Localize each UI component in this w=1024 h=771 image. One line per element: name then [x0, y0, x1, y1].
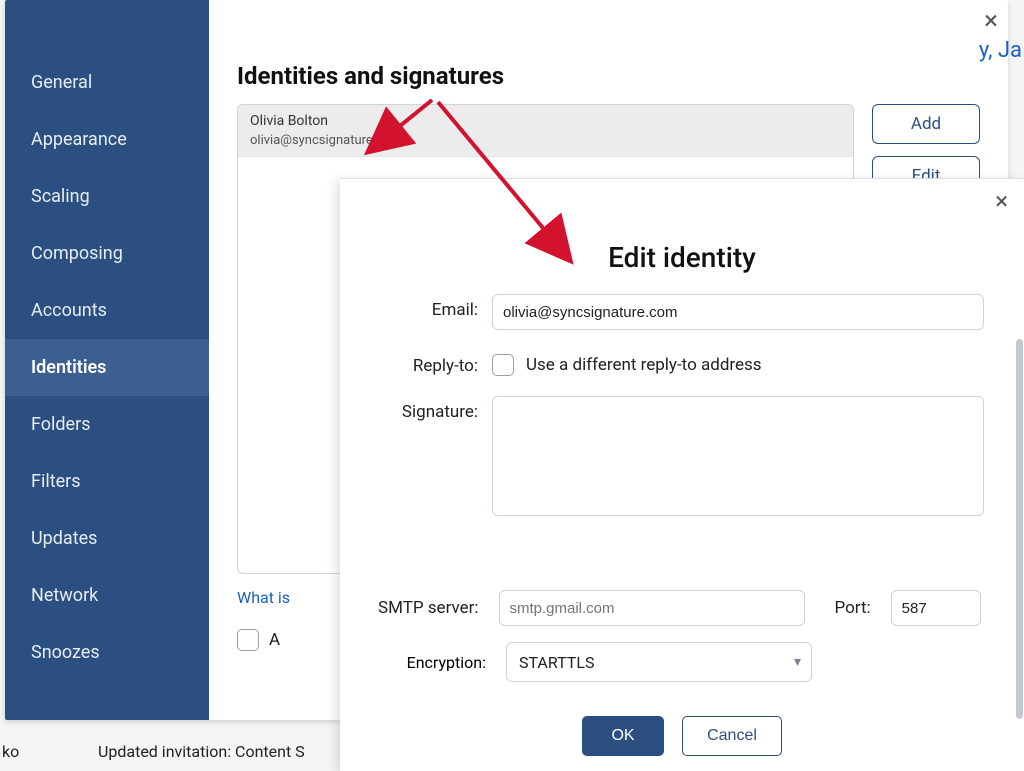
extra-option-checkbox[interactable] — [237, 629, 259, 651]
sidebar-item-general[interactable]: General — [5, 54, 209, 111]
signature-label: Signature: — [340, 396, 492, 422]
modal-scrollbar[interactable] — [1016, 339, 1023, 719]
signature-field[interactable] — [492, 396, 984, 516]
edit-identity-modal: × Edit identity Email: Reply-to: Use a d… — [340, 178, 1024, 771]
identity-row[interactable]: Olivia Bolton olivia@syncsignature.com — [238, 105, 853, 157]
modal-title: Edit identity — [340, 241, 1024, 274]
sidebar-item-composing[interactable]: Composing — [5, 225, 209, 282]
port-field[interactable] — [891, 590, 981, 626]
page-title: Identities and signatures — [237, 62, 980, 90]
encryption-value: STARTTLS — [519, 653, 594, 672]
sidebar-item-folders[interactable]: Folders — [5, 396, 209, 453]
port-label: Port: — [835, 598, 871, 618]
chevron-down-icon: ▾ — [794, 654, 801, 670]
email-label: Email: — [340, 294, 492, 320]
sidebar-item-identities[interactable]: Identities — [5, 339, 209, 396]
identity-email: olivia@syncsignature.com — [250, 133, 841, 148]
encryption-select[interactable]: STARTTLS ▾ — [506, 642, 812, 682]
sidebar-item-appearance[interactable]: Appearance — [5, 111, 209, 168]
encryption-label: Encryption: — [378, 653, 486, 672]
identity-name: Olivia Bolton — [250, 113, 841, 129]
settings-close-icon[interactable]: × — [984, 8, 998, 34]
modal-close-icon[interactable]: × — [995, 189, 1008, 213]
sidebar-item-accounts[interactable]: Accounts — [5, 282, 209, 339]
sidebar-item-filters[interactable]: Filters — [5, 453, 209, 510]
email-field[interactable] — [492, 294, 984, 330]
reply-to-text: Use a different reply-to address — [526, 355, 762, 375]
sidebar-item-scaling[interactable]: Scaling — [5, 168, 209, 225]
cancel-button[interactable]: Cancel — [682, 716, 782, 756]
sidebar-item-snoozes[interactable]: Snoozes — [5, 624, 209, 681]
add-button[interactable]: Add — [872, 104, 980, 144]
ok-button[interactable]: OK — [582, 716, 664, 756]
bg-fragment-invitation: Updated invitation: Content S — [98, 742, 305, 761]
settings-sidebar: General Appearance Scaling Composing Acc… — [5, 0, 209, 720]
sidebar-item-network[interactable]: Network — [5, 567, 209, 624]
reply-to-checkbox[interactable] — [492, 354, 514, 376]
smtp-field[interactable] — [499, 590, 805, 626]
reply-to-label: Reply-to: — [340, 350, 492, 376]
smtp-label: SMTP server: — [378, 598, 479, 618]
bg-fragment-right: y, Ja — [979, 38, 1022, 63]
sidebar-item-updates[interactable]: Updates — [5, 510, 209, 567]
bg-fragment-ko: ko — [2, 742, 19, 761]
extra-option-label: A — [269, 630, 280, 650]
